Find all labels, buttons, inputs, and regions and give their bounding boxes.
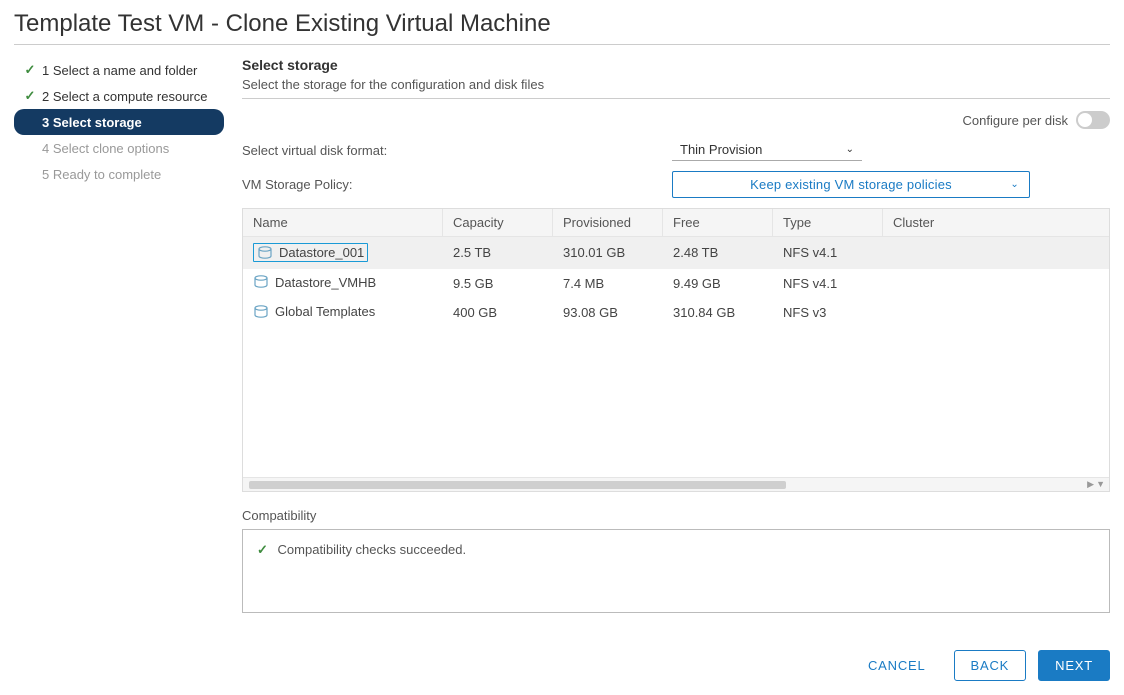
disk-format-select[interactable]: Thin Provision ⌄	[672, 139, 862, 161]
configure-per-disk-label: Configure per disk	[963, 113, 1069, 128]
step-label: 1 Select a name and folder	[42, 63, 197, 78]
col-header-cluster[interactable]: Cluster	[883, 209, 1109, 236]
wizard-steps-sidebar: ✓ 1 Select a name and folder ✓ 2 Select …	[14, 57, 224, 613]
datastore-name: Datastore_VMHB	[275, 275, 376, 290]
datastore-cluster	[883, 307, 1109, 319]
wizard-footer: CANCEL BACK NEXT	[852, 650, 1110, 681]
check-icon: ✓	[24, 62, 36, 78]
section-title: Select storage	[242, 57, 1110, 73]
wizard-main: Select storage Select the storage for th…	[242, 57, 1110, 613]
datastore-row[interactable]: Datastore_VMHB 9.5 GB 7.4 MB 9.49 GB NFS…	[243, 269, 1109, 299]
datastore-capacity: 2.5 TB	[443, 239, 553, 266]
scrollbar-thumb[interactable]	[249, 481, 786, 489]
step-name-and-folder[interactable]: ✓ 1 Select a name and folder	[14, 57, 224, 83]
toggle-knob	[1078, 113, 1092, 127]
divider	[242, 98, 1110, 99]
datastore-row[interactable]: Global Templates 400 GB 93.08 GB 310.84 …	[243, 298, 1109, 328]
datastore-row[interactable]: Datastore_001 2.5 TB 310.01 GB 2.48 TB N…	[243, 237, 1109, 269]
check-icon: ✓	[24, 88, 36, 104]
datastore-grid: Name Capacity Provisioned Free Type Clus…	[242, 208, 1110, 492]
step-ready-to-complete: ✓ 5 Ready to complete	[14, 161, 224, 187]
col-header-type[interactable]: Type	[773, 209, 883, 236]
wizard-body: ✓ 1 Select a name and folder ✓ 2 Select …	[14, 57, 1110, 613]
chevron-down-icon: ⌄	[1010, 179, 1019, 190]
step-compute-resource[interactable]: ✓ 2 Select a compute resource	[14, 83, 224, 109]
compatibility-box: ✓ Compatibility checks succeeded.	[242, 529, 1110, 613]
step-clone-options: ✓ 4 Select clone options	[14, 135, 224, 161]
section-subtitle: Select the storage for the configuration…	[242, 77, 1110, 92]
back-button[interactable]: BACK	[954, 650, 1027, 681]
datastore-type: NFS v3	[773, 299, 883, 326]
configure-per-disk-row: Configure per disk	[242, 111, 1110, 129]
datastore-cluster	[883, 277, 1109, 289]
chevron-down-icon: ⌄	[846, 144, 854, 155]
datastore-free: 9.49 GB	[663, 270, 773, 297]
cancel-button[interactable]: CANCEL	[852, 651, 942, 680]
wizard-title: Template Test VM - Clone Existing Virtua…	[14, 0, 1110, 44]
storage-policy-value: Keep existing VM storage policies	[750, 177, 952, 192]
datastore-icon	[253, 275, 269, 289]
disk-format-label: Select virtual disk format:	[242, 143, 672, 158]
step-label: 3 Select storage	[42, 115, 142, 130]
storage-policy-row: VM Storage Policy: Keep existing VM stor…	[242, 171, 1110, 198]
datastore-provisioned: 93.08 GB	[553, 299, 663, 326]
datastore-type: NFS v4.1	[773, 270, 883, 297]
col-header-free[interactable]: Free	[663, 209, 773, 236]
datastore-provisioned: 7.4 MB	[553, 270, 663, 297]
clone-vm-wizard: Template Test VM - Clone Existing Virtua…	[0, 0, 1124, 695]
scrollbar-arrows: ▶▼	[1087, 479, 1109, 490]
storage-policy-label: VM Storage Policy:	[242, 177, 672, 192]
datastore-name: Datastore_001	[279, 245, 364, 260]
datastore-icon	[253, 305, 269, 319]
col-header-provisioned[interactable]: Provisioned	[553, 209, 663, 236]
datastore-cluster	[883, 247, 1109, 259]
next-button[interactable]: NEXT	[1038, 650, 1110, 681]
grid-horizontal-scrollbar[interactable]: ▶▼	[243, 477, 1109, 491]
step-label: 5 Ready to complete	[42, 167, 161, 182]
col-header-name[interactable]: Name	[243, 209, 443, 236]
col-header-capacity[interactable]: Capacity	[443, 209, 553, 236]
datastore-type: NFS v4.1	[773, 239, 883, 266]
datastore-capacity: 400 GB	[443, 299, 553, 326]
datastore-name: Global Templates	[275, 304, 375, 319]
disk-format-value: Thin Provision	[680, 142, 762, 157]
datastore-provisioned: 310.01 GB	[553, 239, 663, 266]
grid-header: Name Capacity Provisioned Free Type Clus…	[243, 209, 1109, 237]
disk-format-row: Select virtual disk format: Thin Provisi…	[242, 139, 1110, 161]
datastore-icon	[257, 246, 273, 260]
datastore-free: 2.48 TB	[663, 239, 773, 266]
compatibility-message: Compatibility checks succeeded.	[278, 542, 467, 557]
datastore-capacity: 9.5 GB	[443, 270, 553, 297]
step-select-storage[interactable]: ✓ 3 Select storage	[14, 109, 224, 135]
datastore-free: 310.84 GB	[663, 299, 773, 326]
configure-per-disk-toggle[interactable]	[1076, 111, 1110, 129]
divider	[14, 44, 1110, 45]
step-label: 4 Select clone options	[42, 141, 169, 156]
storage-policy-select[interactable]: Keep existing VM storage policies ⌄	[672, 171, 1030, 198]
grid-body: Datastore_001 2.5 TB 310.01 GB 2.48 TB N…	[243, 237, 1109, 477]
compatibility-label: Compatibility	[242, 508, 1110, 523]
step-label: 2 Select a compute resource	[42, 89, 207, 104]
check-icon: ✓	[257, 542, 268, 557]
